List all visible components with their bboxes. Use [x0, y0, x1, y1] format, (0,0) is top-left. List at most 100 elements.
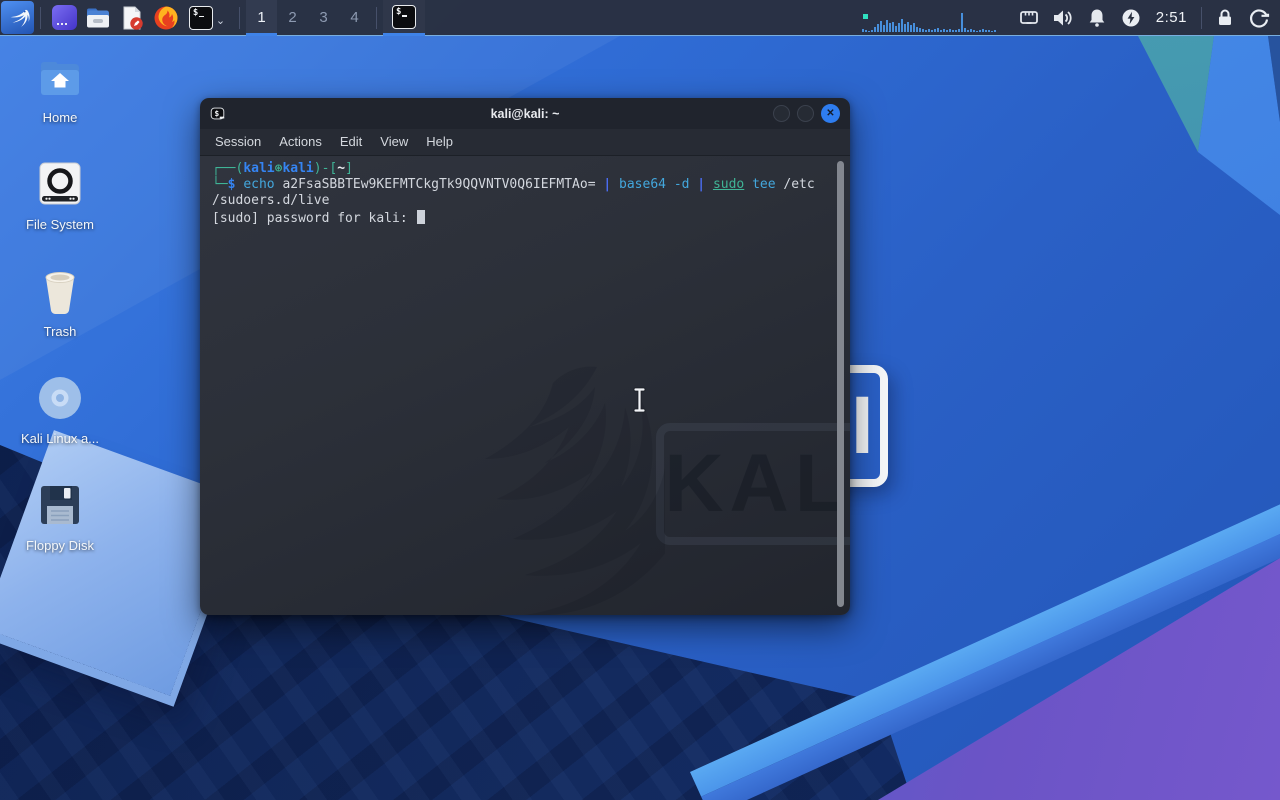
- cpu-bar: [870, 29, 873, 32]
- cpu-bar: [966, 29, 969, 32]
- panel-separator: [239, 6, 240, 29]
- taskbar-window-terminal[interactable]: [383, 0, 425, 36]
- panel-clock[interactable]: 2:51: [1148, 9, 1195, 26]
- desktop-icon-label: Trash: [43, 324, 77, 339]
- chevron-down-icon: ⌄: [215, 15, 226, 27]
- panel-separator: [40, 6, 41, 29]
- cpu-bar: [945, 29, 948, 32]
- desktop-screen: KALI Home: [0, 0, 1280, 800]
- cpu-bar: [933, 28, 936, 32]
- cpu-bar: [888, 22, 891, 32]
- close-button[interactable]: [821, 104, 840, 123]
- desktop-icon-floppy[interactable]: Floppy Disk: [12, 476, 108, 575]
- terminal-scrollbar[interactable]: [837, 161, 844, 607]
- workspace-button-4[interactable]: 4: [339, 0, 370, 36]
- ethernet-icon: [1019, 10, 1038, 24]
- launcher-file-manager[interactable]: [83, 3, 113, 33]
- desktop-icon-kali-cd[interactable]: Kali Linux a...: [12, 369, 108, 468]
- volume-tray-icon[interactable]: [1046, 0, 1080, 36]
- workspace-button-3[interactable]: 3: [308, 0, 339, 36]
- launcher-app-window[interactable]: [49, 3, 79, 33]
- desktop-icon-column: Home File System Trash Kali Linux a... F…: [12, 48, 108, 583]
- kali-dragon-watermark: [485, 366, 665, 615]
- terminal-titlebar[interactable]: kali@kali: ~: [200, 98, 850, 129]
- home-folder-icon: [36, 48, 84, 106]
- cpu-bar: [873, 26, 876, 32]
- cpu-bar: [957, 28, 960, 32]
- cpu-bar: [978, 29, 981, 32]
- cpu-bar: [948, 28, 951, 32]
- menu-edit[interactable]: Edit: [331, 129, 371, 155]
- terminal-line: ┌──(kali⊛kali)-[~]: [212, 161, 353, 176]
- speaker-icon: [1053, 10, 1072, 25]
- cpu-bar: [963, 27, 966, 32]
- window-title: kali@kali: ~: [490, 106, 560, 121]
- terminal-line: └─$ echo a2FsaSBBTEw9KEFMTCkgTk9QQVNTV0Q…: [212, 177, 815, 193]
- cpu-bar: [876, 23, 879, 32]
- launcher-text-editor[interactable]: [117, 3, 147, 33]
- terminal-output: ┌──(kali⊛kali)-[~] └─$ echo a2FsaSBBTEw9K…: [200, 156, 850, 232]
- terminal-body[interactable]: KALI ┌──(kali⊛kali)-[~]└─$ echo a2FsaSBB…: [200, 156, 850, 615]
- trash-bin-icon: [38, 262, 82, 320]
- cpu-bar: [960, 12, 963, 32]
- filesystem-drive-icon: [37, 155, 83, 213]
- desktop-icon-home[interactable]: Home: [12, 48, 108, 147]
- cpu-bar: [936, 27, 939, 32]
- launcher-terminal-dropdown[interactable]: ⌄: [185, 3, 231, 33]
- notifications-tray-icon[interactable]: [1080, 0, 1114, 36]
- launcher-firefox[interactable]: [151, 3, 181, 33]
- terminal-launcher-icon: [188, 5, 213, 30]
- cpu-bar: [930, 29, 933, 32]
- cpu-bar: [984, 29, 987, 32]
- cpu-bar: [918, 27, 921, 32]
- cpu-bar: [891, 21, 894, 32]
- cpu-bar: [927, 28, 930, 32]
- menu-session[interactable]: Session: [206, 129, 270, 155]
- desktop-icon-filesystem[interactable]: File System: [12, 155, 108, 254]
- terminal-window: kali@kali: ~ Session Actions Edit View H…: [200, 98, 850, 615]
- cpu-bar: [906, 21, 909, 32]
- network-tray-icon[interactable]: [1012, 0, 1046, 36]
- cpu-bar: [897, 22, 900, 32]
- lock-icon: [1219, 9, 1231, 25]
- applications-menu-button[interactable]: [1, 1, 34, 34]
- terminal-line: [sudo] password for kali:: [212, 209, 838, 227]
- cpu-bar: [921, 28, 924, 32]
- power-manager-tray-icon[interactable]: [1114, 0, 1148, 36]
- cpu-bar: [942, 28, 945, 32]
- logout-button[interactable]: [1242, 0, 1276, 36]
- terminal-menubar: Session Actions Edit View Help: [200, 129, 850, 156]
- menu-view[interactable]: View: [371, 129, 417, 155]
- minimize-button[interactable]: [773, 105, 790, 122]
- cpu-bar: [987, 29, 990, 32]
- menu-actions[interactable]: Actions: [270, 129, 331, 155]
- cpu-bar: [993, 29, 996, 32]
- power-bolt-icon: [1122, 9, 1140, 26]
- terminal-window-icon: [210, 107, 225, 120]
- cpu-bar: [951, 29, 954, 32]
- cpu-bar: [990, 30, 993, 32]
- cpu-graph-widget[interactable]: [860, 4, 1002, 32]
- cpu-bar: [939, 29, 942, 32]
- workspace-button-1[interactable]: 1: [246, 0, 277, 36]
- desktop-icon-label: File System: [26, 217, 94, 232]
- lock-screen-button[interactable]: [1208, 0, 1242, 36]
- text-editor-icon: [123, 6, 143, 30]
- menu-help[interactable]: Help: [417, 129, 462, 155]
- cpu-graph-dot: [862, 13, 868, 19]
- desktop-icon-label: Home: [42, 110, 78, 125]
- desktop-icon-trash[interactable]: Trash: [12, 262, 108, 361]
- firefox-icon: [154, 6, 178, 29]
- desktop-icon-label: Floppy Disk: [26, 538, 94, 553]
- floppy-disk-icon: [38, 476, 82, 534]
- maximize-button[interactable]: [797, 105, 814, 122]
- cd-disc-icon: [37, 369, 83, 427]
- cpu-bar: [924, 29, 927, 32]
- workspace-button-2[interactable]: 2: [277, 0, 308, 36]
- cpu-bar: [975, 30, 978, 32]
- cpu-bar: [969, 28, 972, 32]
- top-panel: ⌄ 1234: [0, 0, 1280, 36]
- mouse-cursor-ibeam: [633, 387, 646, 413]
- kali-watermark-ghost: KALI: [656, 423, 850, 545]
- cpu-bar: [954, 29, 957, 32]
